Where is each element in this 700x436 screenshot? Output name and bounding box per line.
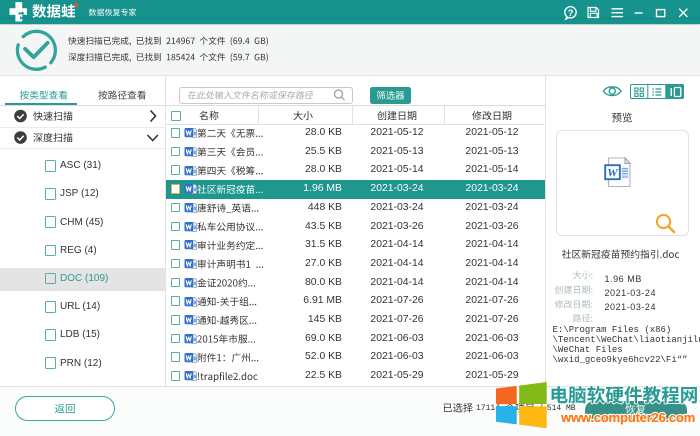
svg-text:W: W <box>607 166 619 180</box>
svg-text:www.computer26.com: www.computer26.com <box>560 410 695 425</box>
svg-text:?: ? <box>568 8 574 19</box>
